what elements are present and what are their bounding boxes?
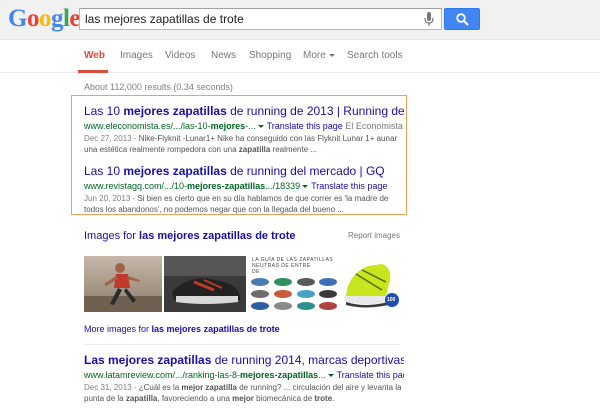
snippet-text: Nike-Flyknit -Lunar1+ Nike ha conseguido… xyxy=(138,134,398,143)
snippet-text: ¿Cuál es la xyxy=(138,383,182,392)
search-box xyxy=(79,8,442,30)
more-images-bold: las mejores zapatillas de trote xyxy=(151,324,280,334)
result-url: www.eleconomista.es/.../las-10-mejores-.… xyxy=(84,120,404,132)
title-bold: mejores zapatillas xyxy=(123,104,227,118)
shoe-grid-graphic xyxy=(251,278,337,310)
translate-link[interactable]: Translate this page xyxy=(267,121,343,131)
more-images-text: More images for xyxy=(84,324,152,334)
snippet-bold: mejor xyxy=(232,394,254,403)
shoe-photo xyxy=(164,256,246,312)
url-menu-icon[interactable] xyxy=(257,125,264,129)
title-text: Las 10 xyxy=(84,164,124,178)
logo-letter: G xyxy=(8,5,27,32)
search-input[interactable] xyxy=(85,11,415,27)
snippet-date: Jun 20, 2013 - xyxy=(84,194,138,203)
result-stats: About 112,000 results (0.34 seconds) xyxy=(84,82,233,92)
url-text: ... xyxy=(318,370,326,380)
result-snippet: Dec 31, 2013 - ¿Cuál es la mejor zapatil… xyxy=(84,382,404,404)
url-bold: mejores xyxy=(210,121,246,131)
image-thumbnail-shoe-dark[interactable] xyxy=(164,256,246,312)
search-result: Las 10 mejores zapatillas de running de … xyxy=(84,104,404,155)
image-thumbnail-runner[interactable] xyxy=(84,256,162,312)
snippet-text: Si bien es cierto que en su día hablamos… xyxy=(137,194,389,203)
snippet-text: de running? ... circulación del aire y l… xyxy=(236,383,402,392)
image-thumbnail-shoe-guide[interactable]: LA GUÍA DE LAS ZAPATILLAS NEUTRAS DE ENT… xyxy=(248,256,340,312)
tab-more[interactable]: More xyxy=(303,50,335,61)
logo-letter: o xyxy=(26,5,40,32)
snippet-bold: trote xyxy=(314,394,333,403)
translate-link[interactable]: Translate this page xyxy=(311,181,387,191)
title-bold: Las mejores zapatillas xyxy=(84,353,212,367)
images-title-text: Images for xyxy=(84,230,140,242)
runner-photo xyxy=(84,256,162,312)
snippet-date: Dec 31, 2013 - xyxy=(84,383,139,392)
snippet-date: Dec 27, 2013 - xyxy=(84,134,139,143)
tab-shopping[interactable]: Shopping xyxy=(249,50,291,61)
result-title-link[interactable]: Las 10 mejores zapatillas de running del… xyxy=(84,164,404,178)
snippet-text: realmente ... xyxy=(270,145,318,154)
url-text: -... xyxy=(245,121,256,131)
snippet-text: . xyxy=(332,394,335,403)
title-text: de running de 2013 | Running de ... xyxy=(226,104,404,118)
title-text: de running del mercado | GQ xyxy=(226,164,385,178)
yellow-shoe-photo xyxy=(344,264,399,308)
magnifier-icon xyxy=(456,13,469,26)
url-menu-icon[interactable] xyxy=(302,185,309,189)
image-thumbnail-shoe-yellow[interactable]: 100 xyxy=(342,256,402,312)
snippet-text: , favoreciendo a una xyxy=(157,394,233,403)
source-name: El Economista xyxy=(345,121,403,131)
result-url: www.revistagq.com/.../10-mejores-zapatil… xyxy=(84,180,404,192)
translate-link[interactable]: Translate this page xyxy=(337,370,404,380)
title-text: de running 2014, marcas deportivas ... xyxy=(211,353,404,367)
search-result: Las 10 mejores zapatillas de running del… xyxy=(84,164,404,215)
url-menu-icon[interactable] xyxy=(327,374,334,378)
section-divider xyxy=(84,344,400,345)
title-text: Las 10 xyxy=(84,104,124,118)
url-bold: mejores-zapatillas xyxy=(240,370,319,380)
title-bold: mejores zapatillas xyxy=(123,164,227,178)
google-logo[interactable]: Google xyxy=(8,6,80,32)
snippet-bold: zapatilla xyxy=(125,394,158,403)
logo-letter: g xyxy=(50,5,64,32)
tab-images[interactable]: Images xyxy=(120,50,153,61)
snippet-text: todos los abandonos', no podemos negar q… xyxy=(84,205,344,214)
snippet-bold: mejor zapatilla xyxy=(181,383,237,392)
tab-more-label: More xyxy=(303,50,326,61)
microphone-icon[interactable] xyxy=(424,12,434,27)
search-tabs: Web Images Videos News Shopping More Sea… xyxy=(0,40,600,73)
result-snippet: Dec 27, 2013 - Nike-Flyknit -Lunar1+ Nik… xyxy=(84,133,404,155)
tab-videos[interactable]: Videos xyxy=(165,50,195,61)
snippet-text: biomecánica de xyxy=(253,394,315,403)
top-bar: Google xyxy=(0,0,600,40)
url-text: .../18339 xyxy=(265,181,301,191)
result-title-link[interactable]: Las 10 mejores zapatillas de running de … xyxy=(84,104,404,118)
url-text: www.eleconomista.es/.../las-10- xyxy=(84,121,211,131)
active-tab-indicator xyxy=(78,70,108,73)
tab-news[interactable]: News xyxy=(211,50,236,61)
images-title-bold: las mejores zapatillas de trote xyxy=(139,230,296,242)
url-text: www.revistagq.com/.../10- xyxy=(84,181,188,191)
result-snippet: Jun 20, 2013 - Si bien es cierto que en … xyxy=(84,193,404,215)
snippet-text: punta de la xyxy=(84,394,126,403)
snippet-bold: zapatilla xyxy=(238,145,271,154)
result-url: www.latamreview.com/.../ranking-las-8-me… xyxy=(84,369,404,381)
search-result: Las mejores zapatillas de running 2014, … xyxy=(84,353,404,404)
snippet-text: una estética realmente rompedora con una xyxy=(84,145,239,154)
badge-100: 100 xyxy=(387,297,396,303)
logo-letter: o xyxy=(38,5,52,32)
chevron-down-icon xyxy=(328,53,335,57)
tab-search-tools[interactable]: Search tools xyxy=(347,50,403,61)
report-images-link[interactable]: Report images xyxy=(348,231,400,240)
result-title-link[interactable]: Las mejores zapatillas de running 2014, … xyxy=(84,353,404,367)
images-section-header: Images for las mejores zapatillas de tro… xyxy=(84,230,400,242)
url-bold: mejores-zapatillas xyxy=(187,181,266,191)
tab-web[interactable]: Web xyxy=(84,50,105,61)
search-button[interactable] xyxy=(444,8,480,30)
more-images-link[interactable]: More images for las mejores zapatillas d… xyxy=(84,324,280,334)
url-text: www.latamreview.com/.../ranking-las-8- xyxy=(84,370,241,380)
